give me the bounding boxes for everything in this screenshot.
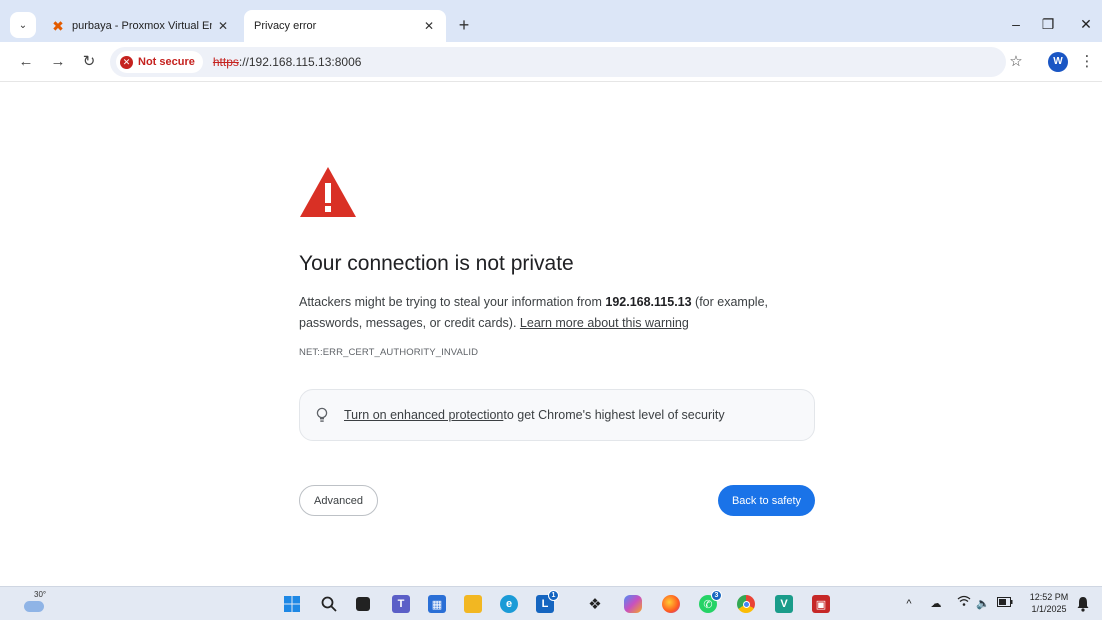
url-host: ://192.168.115.13:8006 (238, 55, 362, 69)
edge-icon[interactable]: e (500, 595, 518, 613)
chrome-icon[interactable] (737, 595, 755, 613)
clock-date: 1/1/2025 (1031, 604, 1067, 614)
enhanced-protection-box: Turn on enhanced protection to get Chrom… (299, 389, 815, 441)
lightbulb-icon (314, 406, 330, 424)
taskbar: 30° T ▦ e L1 ❖ ✆ 3 V ▣ ^ ☁ 🔈 12:52 PM 1/1… (0, 586, 1102, 620)
warning-triangle-icon (300, 167, 356, 217)
tab-privacy-error[interactable]: Privacy error ✕ (244, 10, 446, 42)
url-text[interactable]: https://192.168.115.13:8006 (213, 55, 362, 69)
vscode-icon[interactable]: V (775, 595, 793, 613)
tab-strip: ⌄ ✖ purbaya - Proxmox Virtual Enviro ✕ P… (0, 0, 1102, 42)
not-secure-chip[interactable]: ✕ Not secure (116, 51, 203, 73)
browser-toolbar: ← → ↻ ✕ Not secure https://192.168.115.1… (0, 42, 1102, 82)
onedrive-cloud-icon[interactable]: ☁ (928, 595, 944, 613)
warning-circle-icon: ✕ (120, 55, 133, 69)
host-name: 192.168.115.13 (605, 295, 692, 309)
proxmox-icon: ✖ (52, 17, 64, 34)
whatsapp-badge: 3 (711, 590, 722, 601)
notification-bell-icon[interactable] (1076, 596, 1090, 612)
taskbar-clock[interactable]: 12:52 PM 1/1/2025 (1024, 591, 1074, 615)
reload-button[interactable]: ↻ (77, 50, 101, 74)
advanced-button[interactable]: Advanced (299, 485, 378, 516)
explanation-prefix: Attackers might be trying to steal your … (299, 295, 606, 309)
forward-button[interactable]: → (46, 50, 70, 74)
whatsapp-icon[interactable]: ✆ 3 (699, 590, 722, 613)
new-tab-button[interactable]: + (452, 14, 476, 38)
file-explorer-icon[interactable] (464, 595, 482, 613)
tab-title: Privacy error (254, 20, 317, 32)
store-icon[interactable]: ▦ (428, 595, 446, 613)
tab-title: purbaya - Proxmox Virtual Enviro (72, 20, 212, 32)
launcher-badge: 1 (548, 590, 559, 601)
search-icon[interactable] (320, 595, 338, 613)
launcher-icon[interactable]: L1 (536, 590, 559, 613)
back-button[interactable]: ← (14, 50, 38, 74)
explanation-text: Attackers might be trying to steal your … (299, 292, 819, 334)
chevron-down-icon: ⌄ (18, 19, 28, 31)
weather-widget[interactable]: 30° (22, 590, 52, 616)
chrome-menu-icon[interactable]: ⋮ (1078, 50, 1096, 74)
windows-start-icon[interactable] (283, 595, 301, 613)
enhanced-protection-text: to get Chrome's highest level of securit… (503, 408, 725, 422)
back-to-safety-button[interactable]: Back to safety (718, 485, 815, 516)
close-tab-icon[interactable]: ✕ (212, 19, 234, 33)
dropbox-icon[interactable]: ❖ (586, 595, 604, 613)
tray-overflow-chevron[interactable]: ^ (902, 595, 916, 613)
task-view-icon[interactable] (356, 597, 370, 611)
cloud-icon (24, 601, 44, 612)
error-code: NET::ERR_CERT_AUTHORITY_INVALID (299, 347, 479, 358)
volume-icon[interactable]: 🔈 (976, 595, 990, 613)
profile-avatar[interactable]: W (1048, 52, 1068, 72)
page-title: Your connection is not private (299, 252, 574, 275)
interstitial-page: Your connection is not private Attackers… (0, 83, 1102, 586)
not-secure-label: Not secure (138, 56, 195, 68)
weather-temperature: 30° (34, 590, 47, 599)
bookmark-star-icon[interactable]: ☆ (1004, 50, 1028, 74)
learn-more-link[interactable]: Learn more about this warning (520, 316, 689, 330)
close-tab-icon[interactable]: ✕ (418, 19, 440, 33)
firefox-icon[interactable] (662, 595, 680, 613)
wifi-icon[interactable] (956, 595, 972, 613)
address-bar[interactable]: ✕ Not secure https://192.168.115.13:8006 (110, 47, 1006, 77)
teams-icon[interactable]: T (392, 595, 410, 613)
copilot-icon[interactable] (624, 595, 642, 613)
clock-time: 12:52 PM (1029, 592, 1069, 602)
enhanced-protection-link[interactable]: Turn on enhanced protection (344, 408, 503, 422)
tab-search-button[interactable]: ⌄ (10, 12, 36, 38)
battery-icon[interactable] (996, 595, 1014, 613)
tab-proxmox[interactable]: ✖ purbaya - Proxmox Virtual Enviro ✕ (42, 10, 240, 42)
close-window-button[interactable]: ✕ (1074, 12, 1098, 36)
minimize-button[interactable]: – (1004, 12, 1028, 36)
url-scheme: https (212, 55, 239, 69)
restore-button[interactable]: ❐ (1036, 12, 1060, 36)
media-app-icon[interactable]: ▣ (812, 595, 830, 613)
